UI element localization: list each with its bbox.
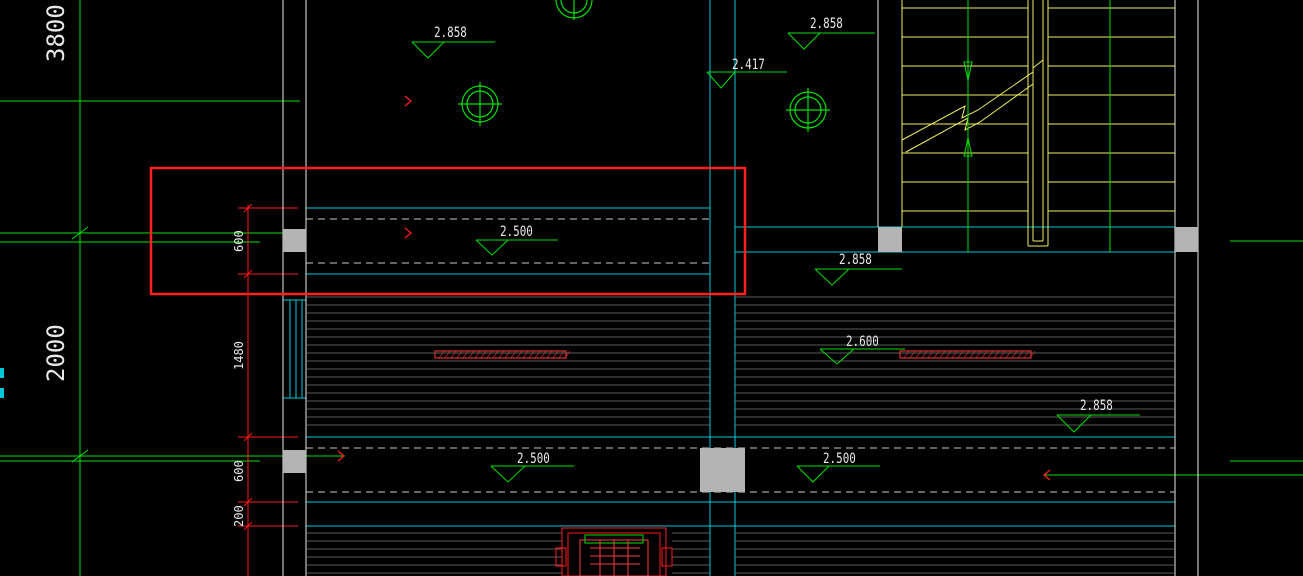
drawing-background bbox=[0, 0, 1303, 576]
dimension-text-200: 200 bbox=[232, 505, 246, 527]
level-text: 2.600 bbox=[846, 333, 879, 350]
level-text: 2.500 bbox=[823, 450, 856, 467]
dimension-text-2000: 2000 bbox=[42, 324, 70, 382]
level-text: 2.500 bbox=[517, 450, 550, 467]
level-text: 2.417 bbox=[732, 56, 765, 73]
level-text: 2.858 bbox=[839, 251, 872, 268]
level-text: 2.858 bbox=[434, 24, 467, 41]
level-text: 2.500 bbox=[500, 223, 533, 240]
dimension-text-600-top: 600 bbox=[232, 230, 246, 252]
level-text: 2.858 bbox=[1080, 397, 1113, 414]
cad-drawing-canvas[interactable]: 2.858 2.858 2.417 2.500 2.858 2.600 2.85… bbox=[0, 0, 1303, 576]
dimension-text-600-bottom: 600 bbox=[232, 460, 246, 482]
dimension-text-1480: 1480 bbox=[232, 341, 246, 370]
level-text: 2.858 bbox=[810, 15, 843, 32]
dimension-text-3800: 3800 bbox=[42, 4, 70, 62]
